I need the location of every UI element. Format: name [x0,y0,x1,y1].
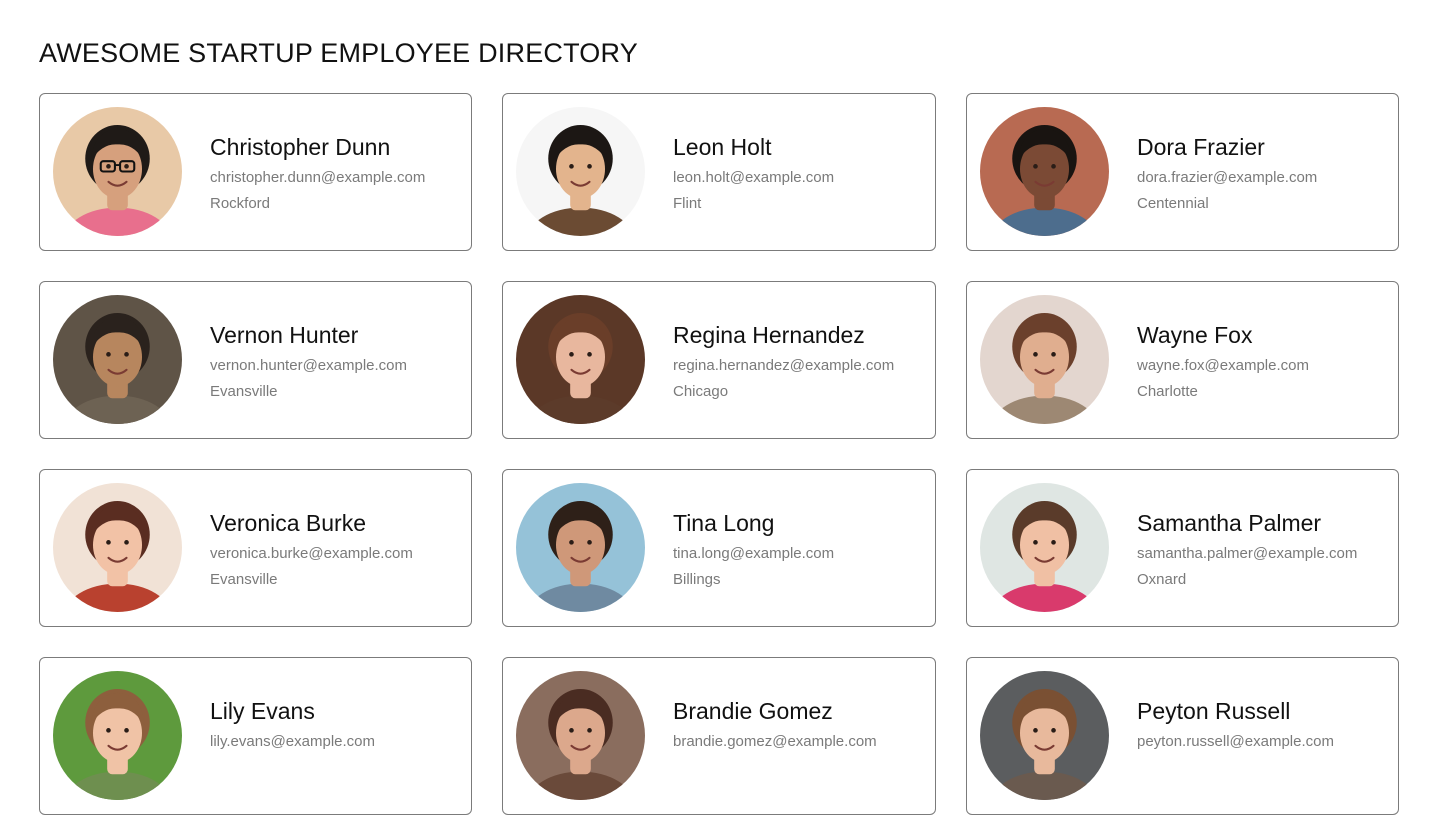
employee-email: dora.frazier@example.com [1137,168,1318,186]
employee-city: Rockford [210,194,271,212]
employee-card[interactable]: Peyton Russell peyton.russell@example.co… [966,657,1399,815]
employee-name: Samantha Palmer [1137,510,1322,536]
employee-name: Tina Long [673,510,775,536]
employee-card[interactable]: Regina Hernandez regina.hernandez@exampl… [502,281,936,439]
employee-email: leon.holt@example.com [673,168,835,186]
employee-email: samantha.palmer@example.com [1137,544,1358,562]
employee-card[interactable]: Christopher Dunn christopher.dunn@exampl… [39,93,472,251]
employee-avatar [516,483,645,612]
employee-avatar [516,107,645,236]
page-title: AWESOME STARTUP EMPLOYEE DIRECTORY [39,38,638,68]
employee-email: brandie.gomez@example.com [673,732,877,750]
employee-avatar [53,295,182,424]
employee-name: Wayne Fox [1137,322,1253,348]
employee-card[interactable]: Leon Holt leon.holt@example.com Flint [502,93,936,251]
employee-city: Evansville [210,382,278,400]
employee-email: regina.hernandez@example.com [673,356,895,374]
employee-email: wayne.fox@example.com [1137,356,1309,374]
employee-name: Leon Holt [673,134,772,160]
employee-card[interactable]: Dora Frazier dora.frazier@example.com Ce… [966,93,1399,251]
employee-email: peyton.russell@example.com [1137,732,1334,750]
employee-email: veronica.burke@example.com [210,544,413,562]
employee-name: Vernon Hunter [210,322,359,348]
employee-card[interactable]: Samantha Palmer samantha.palmer@example.… [966,469,1399,627]
employee-avatar [980,295,1109,424]
employee-avatar [53,107,182,236]
employee-avatar [53,671,182,800]
employee-avatar [516,671,645,800]
employee-city: Billings [673,570,721,588]
employee-name: Lily Evans [210,698,315,724]
employee-name: Brandie Gomez [673,698,833,724]
employee-avatar [53,483,182,612]
employee-name: Regina Hernandez [673,322,865,348]
employee-city: Chicago [673,382,729,400]
employee-name: Veronica Burke [210,510,366,536]
employee-name: Peyton Russell [1137,698,1291,724]
employee-city: Charlotte [1137,382,1198,400]
employee-card[interactable]: Veronica Burke veronica.burke@example.co… [39,469,472,627]
employee-email: vernon.hunter@example.com [210,356,407,374]
employee-email: lily.evans@example.com [210,732,376,750]
employee-card[interactable]: Tina Long tina.long@example.com Billings [502,469,936,627]
employee-email: christopher.dunn@example.com [210,168,426,186]
employee-city: Evansville [210,570,278,588]
employee-name: Dora Frazier [1137,134,1265,160]
employee-grid: Christopher Dunn christopher.dunn@exampl… [39,93,1399,815]
employee-avatar [516,295,645,424]
employee-card[interactable]: Wayne Fox wayne.fox@example.com Charlott… [966,281,1399,439]
employee-card[interactable]: Lily Evans lily.evans@example.com [39,657,472,815]
employee-city: Oxnard [1137,570,1187,588]
employee-avatar [980,483,1109,612]
employee-name: Christopher Dunn [210,134,391,160]
employee-card[interactable]: Vernon Hunter vernon.hunter@example.com … [39,281,472,439]
employee-avatar [980,671,1109,800]
employee-city: Flint [673,194,702,212]
employee-city: Centennial [1137,194,1209,212]
employee-card[interactable]: Brandie Gomez brandie.gomez@example.com [502,657,936,815]
employee-email: tina.long@example.com [673,544,835,562]
employee-avatar [980,107,1109,236]
